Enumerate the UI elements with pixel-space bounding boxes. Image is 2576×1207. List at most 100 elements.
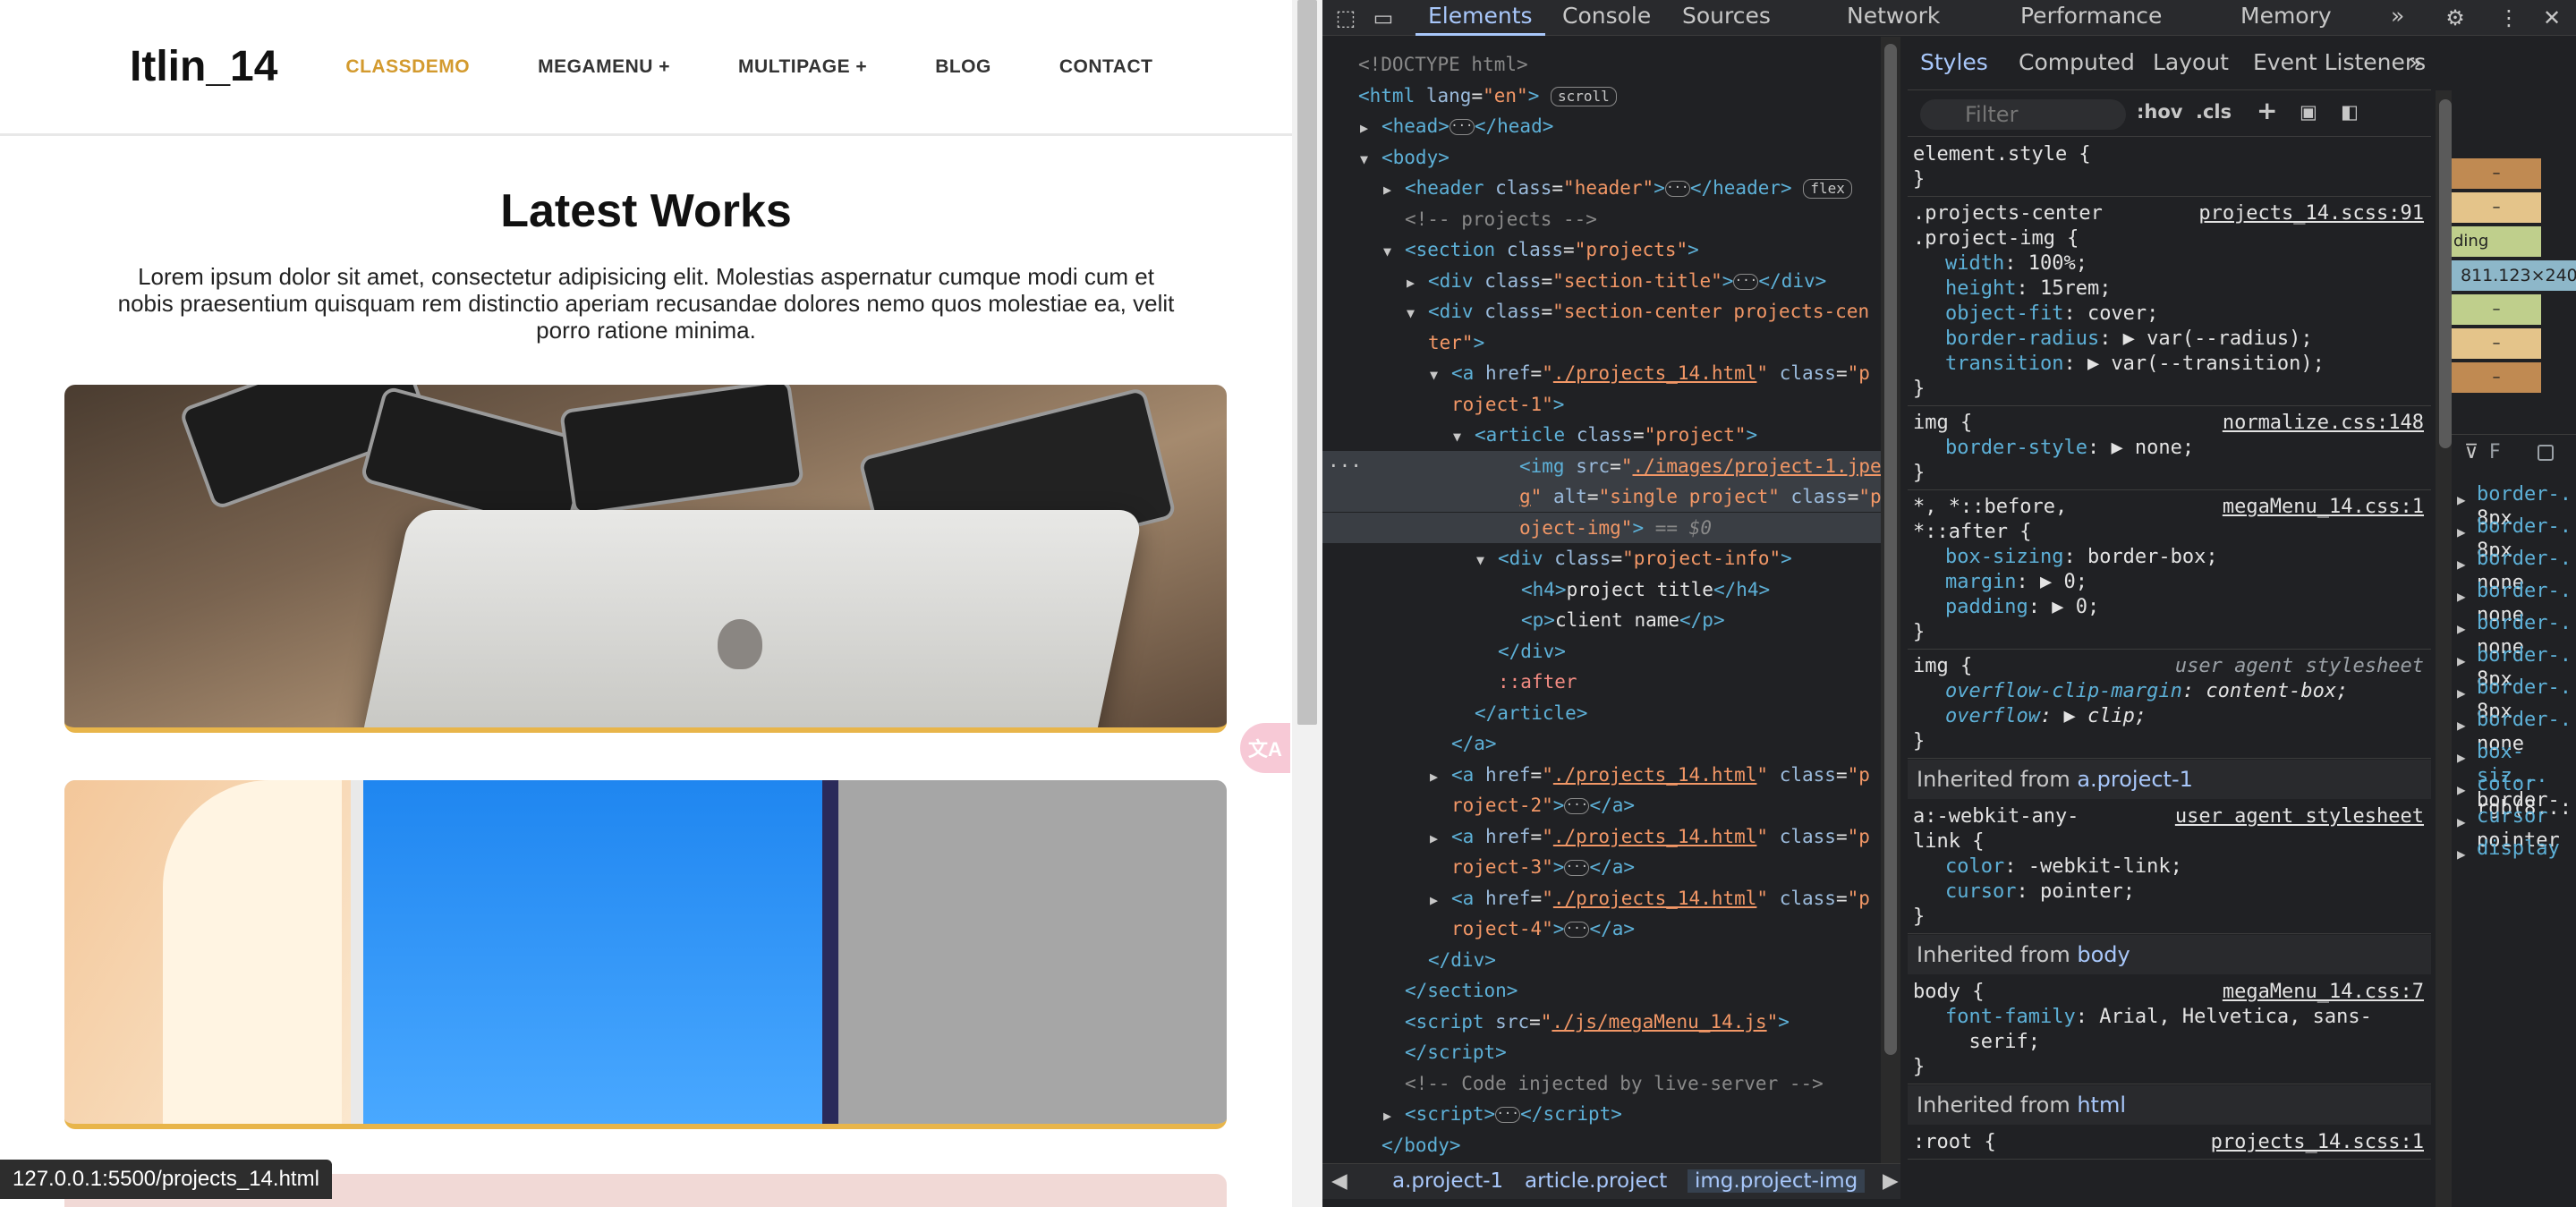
styles-filter-input[interactable]	[1920, 99, 2126, 130]
expand-triangle-icon[interactable]: ▶	[2457, 584, 2466, 608]
dom-node[interactable]: roject-1">	[1430, 389, 1564, 420]
expand-triangle-icon[interactable]: ▶	[2457, 713, 2466, 737]
dom-node[interactable]: <html lang="en"> scroll	[1337, 81, 1617, 111]
css-property[interactable]: border-radius: ▶ var(--radius);	[1913, 327, 2426, 352]
css-source-link[interactable]: user agent stylesheet	[2175, 804, 2424, 829]
dom-node-selected[interactable]: g" alt="single project" class="pr	[1322, 481, 1881, 512]
toggle-sidebar-icon[interactable]: ◧	[2341, 101, 2359, 123]
dom-node[interactable]: <h4>project title</h4>	[1500, 574, 1770, 605]
breadcrumb-right-arrow-icon[interactable]: ▶	[1883, 1169, 1899, 1193]
collapse-triangle-icon[interactable]: ▼	[1453, 421, 1475, 452]
tab-event-listeners[interactable]: Event Listeners	[2253, 49, 2426, 75]
collapse-triangle-icon[interactable]: ▼	[1476, 545, 1498, 575]
css-rule[interactable]: img {user agent stylesheet overflow-clip-…	[1908, 650, 2431, 759]
inherited-target-link[interactable]: body	[2077, 942, 2130, 967]
dom-node[interactable]: ter">	[1407, 327, 1484, 358]
dom-node[interactable]: ▼ <div class="section-center projects-cen	[1407, 296, 1869, 327]
dom-node[interactable]: ▼ <a href="./projects_14.html" class="p	[1430, 358, 1870, 388]
dom-node[interactable]: </div>	[1407, 945, 1496, 975]
css-rule[interactable]: .projects-center .project-img {projects_…	[1908, 198, 2431, 406]
tab-elements[interactable]: Elements	[1416, 0, 1545, 36]
dom-node[interactable]: ▶ <div class="section-title">···</div>	[1407, 266, 1826, 296]
css-source-link[interactable]: megaMenu_14.css:1	[2223, 495, 2424, 520]
expand-triangle-icon[interactable]: ▶	[2457, 552, 2466, 576]
dom-node[interactable]: ▶ <a href="./projects_14.html" class="p	[1430, 883, 1870, 914]
project-card-2[interactable]	[64, 780, 1227, 1129]
more-tabs-icon[interactable]: »	[2391, 0, 2404, 36]
css-rule[interactable]: *, *::before, *::after {megaMenu_14.css:…	[1908, 491, 2431, 650]
css-source-link[interactable]: megaMenu_14.css:7	[2223, 980, 2424, 1005]
dom-node[interactable]: roject-3">···</a>	[1430, 852, 1635, 882]
css-rule[interactable]: img {normalize.css:148 border-style: ▶ no…	[1908, 407, 2431, 490]
dom-node[interactable]: roject-4">···</a>	[1430, 914, 1635, 944]
css-property[interactable]: border-style: ▶ none;	[1913, 436, 2426, 461]
tab-layout[interactable]: Layout	[2153, 49, 2229, 75]
close-icon[interactable]: ✕	[2538, 4, 2566, 32]
css-rule[interactable]: element.style {}	[1908, 139, 2431, 197]
nav-blog[interactable]: BLOG	[935, 56, 991, 78]
dom-node[interactable]: <!-- projects -->	[1383, 204, 1597, 234]
dom-node[interactable]: ▼ <body>	[1360, 142, 1450, 173]
css-property[interactable]: font-family: Arial, Helvetica, sans- ser…	[1913, 1005, 2426, 1055]
paint-icon[interactable]: ▣	[2300, 101, 2317, 123]
dom-node[interactable]: ▼ <div class="project-info">	[1476, 543, 1792, 574]
dom-node[interactable]: ▶ <header class="header">···</header> fle…	[1383, 173, 1852, 203]
elements-dom-tree[interactable]: <!DOCTYPE html> <html lang="en"> scroll ▶ <…	[1322, 37, 1881, 1171]
dom-node[interactable]: roject-2">···</a>	[1430, 790, 1635, 820]
expand-triangle-icon[interactable]: ▶	[1430, 823, 1451, 854]
expand-triangle-icon[interactable]: ▶	[1360, 113, 1382, 143]
dom-node[interactable]: </script>	[1383, 1037, 1507, 1067]
expand-triangle-icon[interactable]: ▶	[1383, 1101, 1405, 1131]
dom-node[interactable]: <script src="./js/megaMenu_14.js">	[1383, 1007, 1790, 1037]
css-rule[interactable]: body {megaMenu_14.css:7 font-family: Aria…	[1908, 976, 2431, 1084]
css-property[interactable]: color: -webkit-link;	[1913, 854, 2426, 880]
nav-multipage[interactable]: MULTIPAGE +	[738, 56, 867, 78]
dom-node[interactable]: ▶ <head>···</head>	[1360, 111, 1553, 141]
expand-triangle-icon[interactable]: ▶	[2457, 681, 2466, 705]
page-scrollbar[interactable]	[1292, 0, 1322, 1207]
css-property[interactable]: height: 15rem;	[1913, 276, 2426, 302]
css-rule[interactable]: a:-webkit-any- link {user agent styleshe…	[1908, 801, 2431, 934]
computed-property[interactable]: ▶ display	[2452, 837, 2576, 863]
css-source-link[interactable]: normalize.css:148	[2223, 411, 2424, 436]
expand-triangle-icon[interactable]: ▶	[1383, 174, 1405, 205]
breadcrumb-item[interactable]: article.project	[1525, 1169, 1667, 1193]
css-source-link[interactable]: projects_14.scss:1	[2211, 1130, 2424, 1155]
css-property[interactable]: padding: ▶ 0;	[1913, 595, 2426, 620]
breadcrumb-item-current[interactable]: img.project-img	[1688, 1169, 1866, 1193]
expand-triangle-icon[interactable]: ▶	[2457, 616, 2466, 641]
dom-node[interactable]: <!DOCTYPE html>	[1337, 49, 1528, 80]
project-card-1[interactable]	[64, 385, 1227, 733]
css-property[interactable]: overflow-clip-margin: content-box;	[1913, 679, 2426, 704]
css-source-link[interactable]: projects_14.scss:91	[2198, 201, 2424, 226]
tab-styles[interactable]: Styles	[1920, 49, 1988, 75]
expand-triangle-icon[interactable]: ▶	[2457, 842, 2466, 866]
nav-contact[interactable]: CONTACT	[1059, 56, 1153, 78]
expand-triangle-icon[interactable]: ▶	[1430, 885, 1451, 915]
css-property[interactable]: cursor: pointer;	[1913, 880, 2426, 905]
expand-triangle-icon[interactable]: ▶	[2457, 520, 2466, 544]
computed-filter-input[interactable]: F	[2489, 441, 2501, 463]
dom-node[interactable]: </article>	[1453, 698, 1587, 728]
expand-triangle-icon[interactable]: ▶	[2457, 649, 2466, 673]
css-property[interactable]: overflow: ▶ clip;	[1913, 704, 2426, 729]
scrollbar-thumb[interactable]	[2439, 99, 2452, 448]
css-property[interactable]: width: 100%;	[1913, 251, 2426, 276]
dom-node[interactable]: ▶ <script>···</script>	[1383, 1099, 1622, 1129]
scrollbar-thumb[interactable]	[1884, 44, 1897, 1055]
inspect-element-icon[interactable]: ⬚	[1331, 4, 1360, 32]
breadcrumb-item[interactable]: a.project-1	[1392, 1169, 1503, 1193]
tab-memory[interactable]: Memory	[2240, 0, 2332, 36]
expand-triangle-icon[interactable]: ▶	[2457, 778, 2466, 802]
kebab-menu-icon[interactable]: ⋮	[2495, 4, 2523, 32]
dom-node[interactable]: </section>	[1383, 975, 1518, 1006]
css-property[interactable]: box-sizing: border-box;	[1913, 545, 2426, 570]
collapse-triangle-icon[interactable]: ▼	[1383, 236, 1405, 267]
dom-node[interactable]: </body>	[1360, 1130, 1461, 1160]
translate-icon[interactable]: 文A	[1240, 723, 1290, 773]
new-rule-icon[interactable]: +	[2257, 96, 2277, 125]
collapse-triangle-icon[interactable]: ▼	[1360, 144, 1382, 174]
show-all-checkbox[interactable]	[2538, 445, 2554, 461]
dom-tree-scrollbar[interactable]	[1881, 37, 1900, 1171]
nav-classdemo[interactable]: CLASSDEMO	[345, 56, 470, 78]
